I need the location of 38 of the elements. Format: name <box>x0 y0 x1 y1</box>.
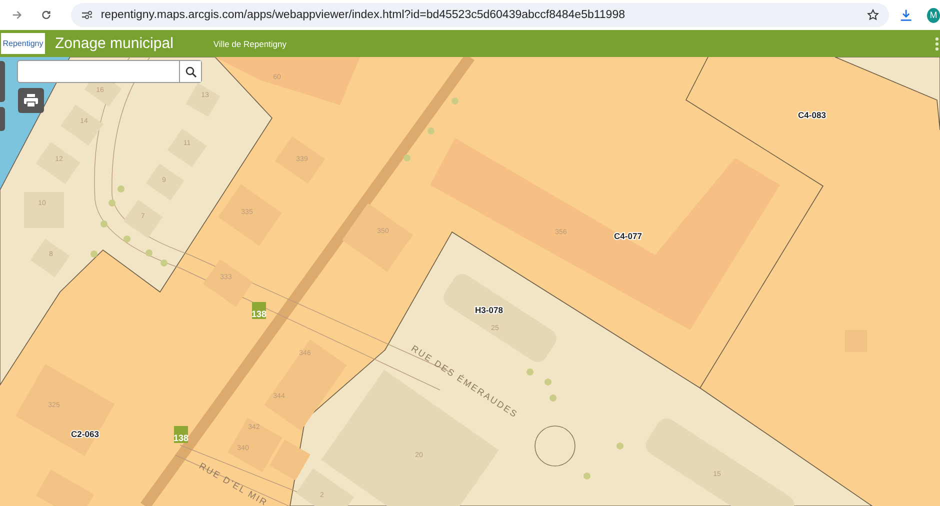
forward-arrow-icon[interactable] <box>12 9 22 21</box>
tree-marker <box>550 394 556 402</box>
menu-icon[interactable] <box>935 36 939 52</box>
app-title: Zonage municipal <box>55 35 174 52</box>
tree-marker <box>616 442 624 450</box>
tree-marker <box>118 186 124 192</box>
city-logo: Repentigny <box>1 33 45 54</box>
zone-label: H3-078 <box>475 305 503 315</box>
route-shield: 138 <box>251 302 267 319</box>
search-button[interactable] <box>179 61 201 82</box>
zone-label: C4-077 <box>614 231 642 241</box>
tree-marker <box>404 154 410 162</box>
tree-marker <box>160 260 168 266</box>
tree-marker <box>124 236 130 242</box>
print-button[interactable] <box>18 88 44 113</box>
printer-icon <box>24 94 38 107</box>
tree-marker <box>584 472 590 480</box>
route-shield: 138 <box>173 426 189 443</box>
tree-marker <box>108 200 116 206</box>
tree-marker <box>544 378 552 386</box>
cul-de-sac-outline <box>534 426 576 466</box>
zone-label: C2-063 <box>71 429 99 439</box>
tree-marker <box>428 128 434 134</box>
bookmark-star-icon[interactable] <box>866 9 879 21</box>
tree-marker <box>452 98 458 104</box>
tree-marker <box>526 368 534 376</box>
profile-avatar[interactable]: M <box>927 8 940 22</box>
download-icon[interactable] <box>900 8 912 22</box>
search-icon <box>184 66 196 78</box>
tree-marker <box>146 250 152 256</box>
address-bar[interactable]: repentigny.maps.arcgis.com/apps/webappviewer/index.html?id=bd45523c5d60439abccf8484e5b11998 <box>70 3 889 27</box>
app-subtitle: Ville de Repentigny <box>213 38 286 48</box>
search-field[interactable] <box>17 60 202 83</box>
reload-icon[interactable] <box>41 9 52 21</box>
tree-marker <box>100 220 108 228</box>
site-settings-icon[interactable] <box>80 10 93 20</box>
tree-marker <box>90 250 98 258</box>
zone-label: C4-083 <box>798 110 826 120</box>
